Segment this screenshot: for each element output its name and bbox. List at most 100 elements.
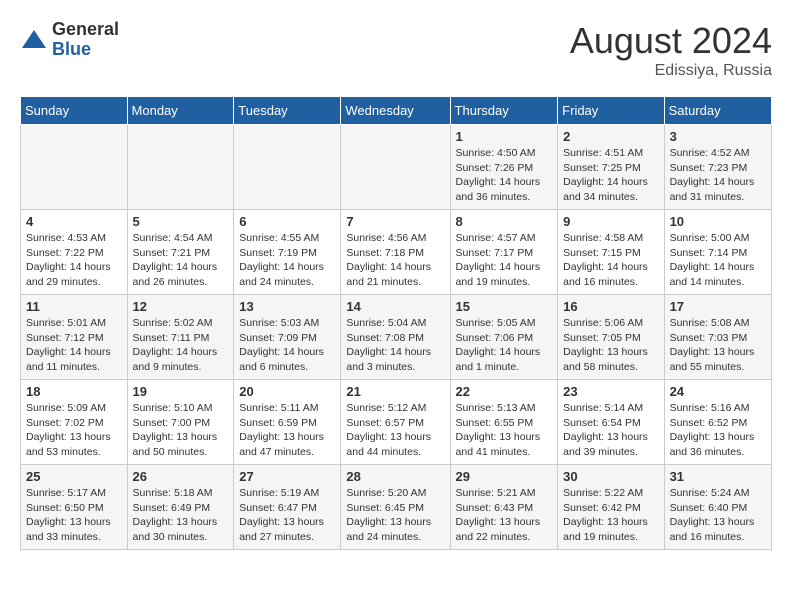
- calendar-cell: 7Sunrise: 4:56 AMSunset: 7:18 PMDaylight…: [341, 210, 450, 295]
- day-info: Sunrise: 4:56 AMSunset: 7:18 PMDaylight:…: [346, 231, 444, 290]
- weekday-header-sunday: Sunday: [21, 97, 128, 125]
- calendar-cell: 9 Sunrise: 4:58 AMSunset: 7:15 PMDaylight…: [558, 210, 664, 295]
- calendar-cell: 31 Sunrise: 5:24 AMSunset: 6:40 PMDayligh…: [664, 465, 771, 550]
- day-number: 8: [456, 214, 553, 229]
- day-number: 4: [26, 214, 122, 229]
- day-info: Sunrise: 5:08 AMSunset: 7:03 PMDaylight:…: [670, 316, 766, 375]
- day-info: Sunrise: 4:52 AMSunset: 7:23 PMDaylight:…: [670, 146, 766, 205]
- day-info: Sunrise: 5:06 AMSunset: 7:05 PMDaylight:…: [563, 316, 658, 375]
- calendar-body: 1 Sunrise: 4:50 AMSunset: 7:26 PMDaylight…: [21, 125, 772, 550]
- day-info: Sunrise: 5:10 AMSunset: 7:00 PMDaylight:…: [133, 401, 229, 460]
- calendar-cell: 20Sunrise: 5:11 AMSunset: 6:59 PMDayligh…: [234, 380, 341, 465]
- calendar-cell: 28Sunrise: 5:20 AMSunset: 6:45 PMDayligh…: [341, 465, 450, 550]
- logo-general-text: General: [52, 20, 119, 40]
- logo-blue-text: Blue: [52, 40, 119, 60]
- calendar-cell: 2Sunrise: 4:51 AMSunset: 7:25 PMDaylight…: [558, 125, 664, 210]
- day-number: 11: [26, 299, 122, 314]
- day-info: Sunrise: 5:16 AMSunset: 6:52 PMDaylight:…: [670, 401, 766, 460]
- weekday-header-row: SundayMondayTuesdayWednesdayThursdayFrid…: [21, 97, 772, 125]
- calendar-cell: 25Sunrise: 5:17 AMSunset: 6:50 PMDayligh…: [21, 465, 128, 550]
- calendar-cell: 26 Sunrise: 5:18 AMSunset: 6:49 PMDayligh…: [127, 465, 234, 550]
- calendar-cell: [21, 125, 128, 210]
- weekday-header-monday: Monday: [127, 97, 234, 125]
- day-info: Sunrise: 4:57 AMSunset: 7:17 PMDaylight:…: [456, 231, 553, 290]
- day-info: Sunrise: 5:12 AMSunset: 6:57 PMDaylight:…: [346, 401, 444, 460]
- day-number: 27: [239, 469, 335, 484]
- calendar-week-4: 18 Sunrise: 5:09 AMSunset: 7:02 PMDayligh…: [21, 380, 772, 465]
- location-text: Edissiya, Russia: [570, 62, 772, 80]
- day-number: 3: [670, 129, 766, 144]
- day-number: 25: [26, 469, 122, 484]
- day-info: Sunrise: 5:05 AMSunset: 7:06 PMDaylight:…: [456, 316, 553, 375]
- day-number: 2: [563, 129, 658, 144]
- day-number: 31: [670, 469, 766, 484]
- day-info: Sunrise: 5:00 AMSunset: 7:14 PMDaylight:…: [670, 231, 766, 290]
- title-block: August 2024 Edissiya, Russia: [570, 20, 772, 80]
- day-number: 21: [346, 384, 444, 399]
- day-number: 24: [670, 384, 766, 399]
- calendar-cell: 27 Sunrise: 5:19 AMSunset: 6:47 PMDayligh…: [234, 465, 341, 550]
- calendar-cell: 3 Sunrise: 4:52 AMSunset: 7:23 PMDaylight…: [664, 125, 771, 210]
- calendar-cell: 23 Sunrise: 5:14 AMSunset: 6:54 PMDayligh…: [558, 380, 664, 465]
- day-info: Sunrise: 5:22 AMSunset: 6:42 PMDaylight:…: [563, 486, 658, 545]
- day-info: Sunrise: 5:24 AMSunset: 6:40 PMDaylight:…: [670, 486, 766, 545]
- day-number: 13: [239, 299, 335, 314]
- calendar-cell: 29 Sunrise: 5:21 AMSunset: 6:43 PMDayligh…: [450, 465, 558, 550]
- day-info: Sunrise: 5:21 AMSunset: 6:43 PMDaylight:…: [456, 486, 553, 545]
- day-number: 9: [563, 214, 658, 229]
- day-number: 29: [456, 469, 553, 484]
- calendar-cell: 5 Sunrise: 4:54 AMSunset: 7:21 PMDaylight…: [127, 210, 234, 295]
- calendar-cell: 24 Sunrise: 5:16 AMSunset: 6:52 PMDayligh…: [664, 380, 771, 465]
- calendar-cell: 10 Sunrise: 5:00 AMSunset: 7:14 PMDayligh…: [664, 210, 771, 295]
- calendar-cell: [341, 125, 450, 210]
- day-info: Sunrise: 4:53 AMSunset: 7:22 PMDaylight:…: [26, 231, 122, 290]
- day-info: Sunrise: 5:04 AMSunset: 7:08 PMDaylight:…: [346, 316, 444, 375]
- calendar-cell: 17Sunrise: 5:08 AMSunset: 7:03 PMDayligh…: [664, 295, 771, 380]
- calendar-week-1: 1 Sunrise: 4:50 AMSunset: 7:26 PMDaylight…: [21, 125, 772, 210]
- day-number: 12: [133, 299, 229, 314]
- calendar-week-3: 11 Sunrise: 5:01 AMSunset: 7:12 PMDayligh…: [21, 295, 772, 380]
- day-number: 22: [456, 384, 553, 399]
- calendar-cell: 11 Sunrise: 5:01 AMSunset: 7:12 PMDayligh…: [21, 295, 128, 380]
- weekday-header-tuesday: Tuesday: [234, 97, 341, 125]
- calendar-cell: 15 Sunrise: 5:05 AMSunset: 7:06 PMDayligh…: [450, 295, 558, 380]
- calendar-cell: 21 Sunrise: 5:12 AMSunset: 6:57 PMDayligh…: [341, 380, 450, 465]
- day-number: 28: [346, 469, 444, 484]
- day-info: Sunrise: 5:03 AMSunset: 7:09 PMDaylight:…: [239, 316, 335, 375]
- calendar-cell: 1 Sunrise: 4:50 AMSunset: 7:26 PMDaylight…: [450, 125, 558, 210]
- day-number: 14: [346, 299, 444, 314]
- day-number: 6: [239, 214, 335, 229]
- calendar-cell: 8 Sunrise: 4:57 AMSunset: 7:17 PMDaylight…: [450, 210, 558, 295]
- weekday-header-friday: Friday: [558, 97, 664, 125]
- calendar-cell: 30Sunrise: 5:22 AMSunset: 6:42 PMDayligh…: [558, 465, 664, 550]
- weekday-header-wednesday: Wednesday: [341, 97, 450, 125]
- day-info: Sunrise: 5:18 AMSunset: 6:49 PMDaylight:…: [133, 486, 229, 545]
- calendar-cell: 6 Sunrise: 4:55 AMSunset: 7:19 PMDaylight…: [234, 210, 341, 295]
- day-number: 5: [133, 214, 229, 229]
- calendar-cell: 14 Sunrise: 5:04 AMSunset: 7:08 PMDayligh…: [341, 295, 450, 380]
- day-info: Sunrise: 5:09 AMSunset: 7:02 PMDaylight:…: [26, 401, 122, 460]
- calendar-cell: [234, 125, 341, 210]
- day-info: Sunrise: 4:50 AMSunset: 7:26 PMDaylight:…: [456, 146, 553, 205]
- day-info: Sunrise: 5:14 AMSunset: 6:54 PMDaylight:…: [563, 401, 658, 460]
- day-info: Sunrise: 5:11 AMSunset: 6:59 PMDaylight:…: [239, 401, 335, 460]
- day-info: Sunrise: 5:01 AMSunset: 7:12 PMDaylight:…: [26, 316, 122, 375]
- day-number: 1: [456, 129, 553, 144]
- day-number: 16: [563, 299, 658, 314]
- month-title: August 2024: [570, 20, 772, 62]
- day-number: 19: [133, 384, 229, 399]
- day-number: 23: [563, 384, 658, 399]
- calendar-week-2: 4 Sunrise: 4:53 AMSunset: 7:22 PMDaylight…: [21, 210, 772, 295]
- day-number: 18: [26, 384, 122, 399]
- day-info: Sunrise: 5:19 AMSunset: 6:47 PMDaylight:…: [239, 486, 335, 545]
- logo: General Blue: [20, 20, 119, 60]
- day-number: 15: [456, 299, 553, 314]
- day-info: Sunrise: 4:58 AMSunset: 7:15 PMDaylight:…: [563, 231, 658, 290]
- calendar-cell: 16 Sunrise: 5:06 AMSunset: 7:05 PMDayligh…: [558, 295, 664, 380]
- day-number: 26: [133, 469, 229, 484]
- day-number: 10: [670, 214, 766, 229]
- day-info: Sunrise: 4:54 AMSunset: 7:21 PMDaylight:…: [133, 231, 229, 290]
- calendar-week-5: 25Sunrise: 5:17 AMSunset: 6:50 PMDayligh…: [21, 465, 772, 550]
- day-info: Sunrise: 4:55 AMSunset: 7:19 PMDaylight:…: [239, 231, 335, 290]
- calendar-cell: 19 Sunrise: 5:10 AMSunset: 7:00 PMDayligh…: [127, 380, 234, 465]
